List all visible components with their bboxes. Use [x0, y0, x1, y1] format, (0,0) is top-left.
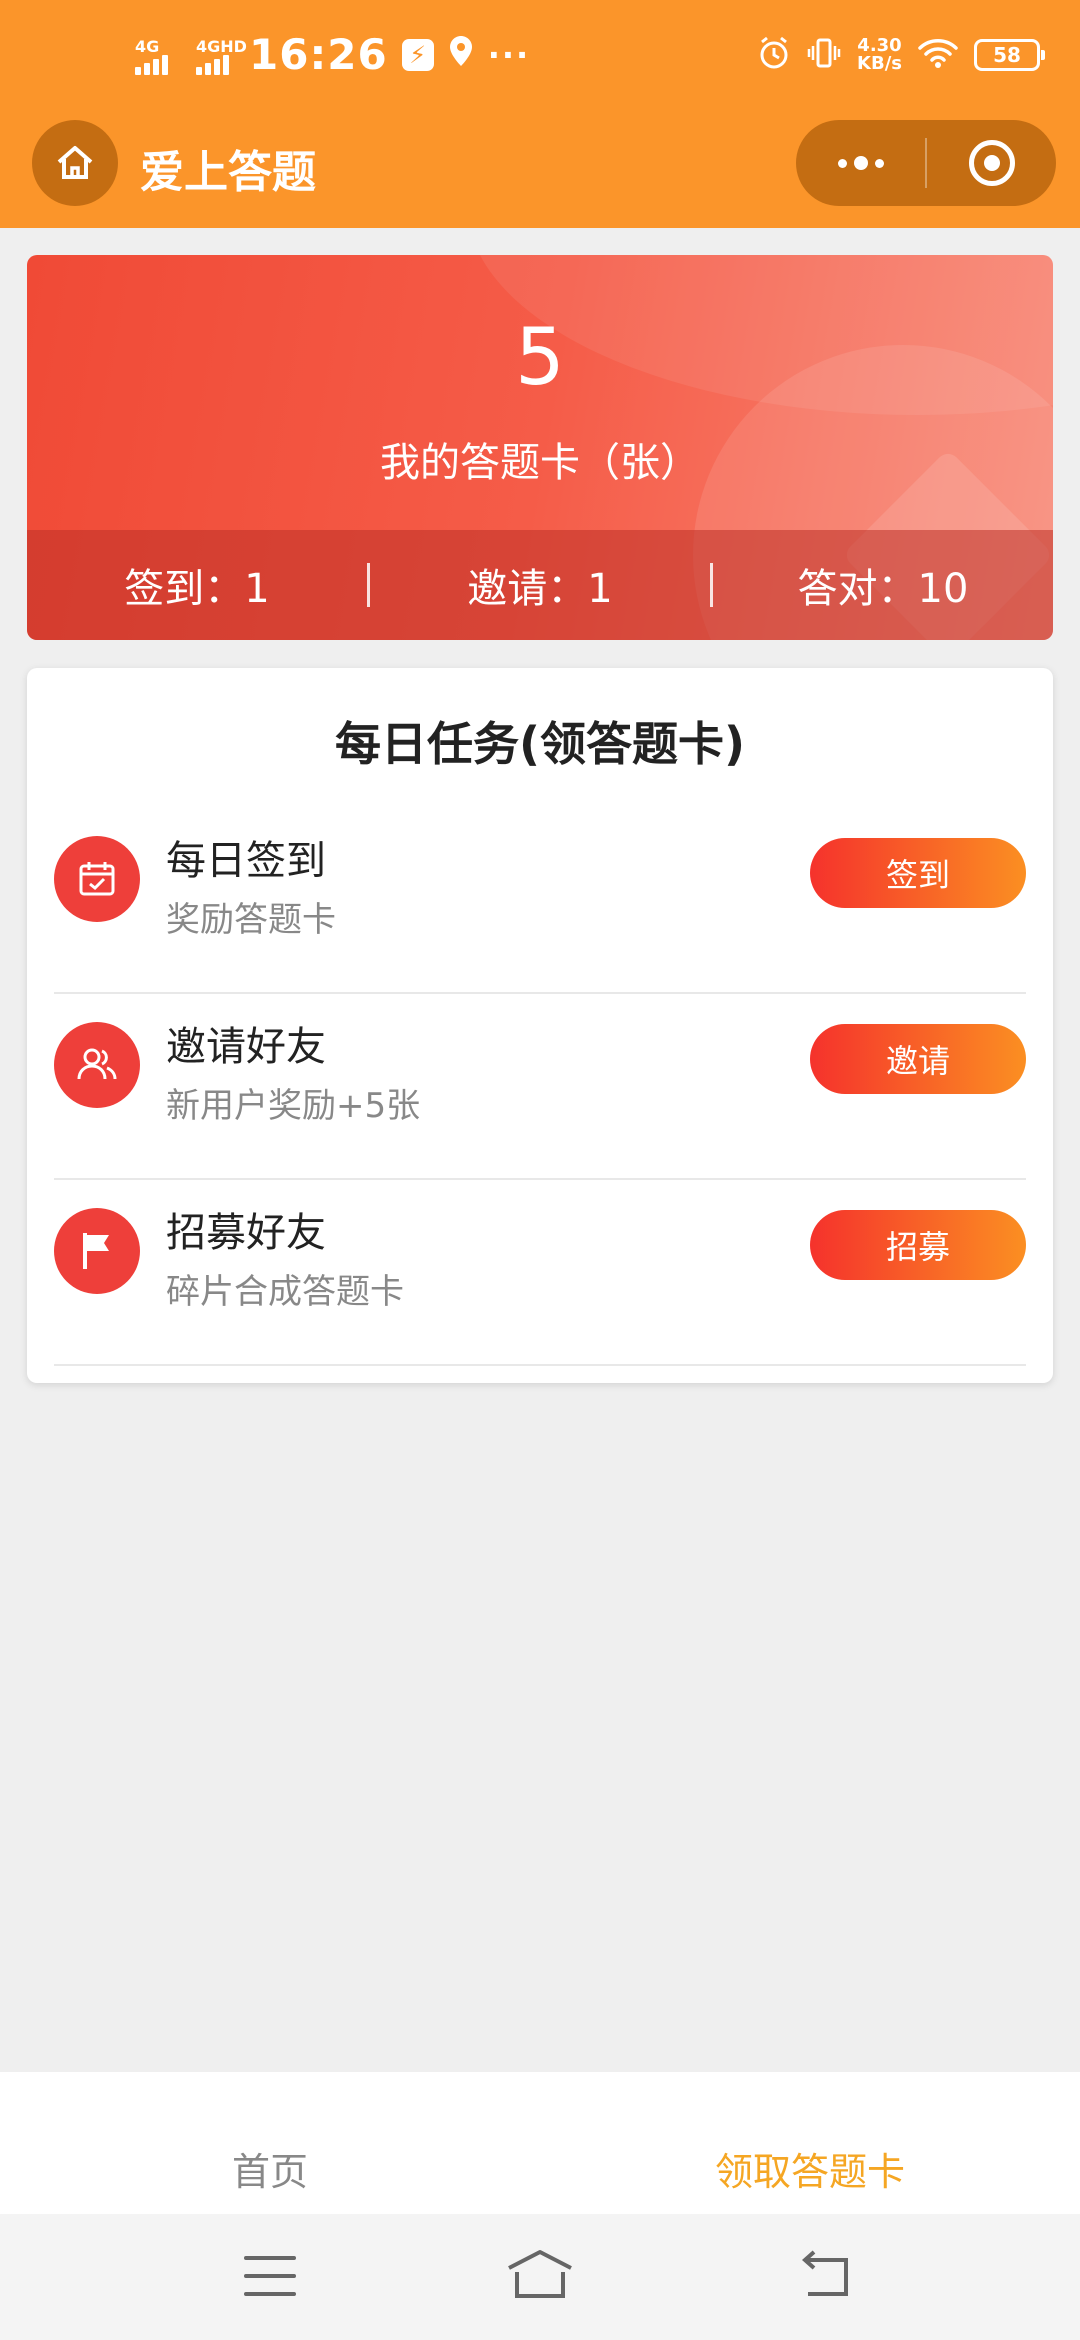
answer-card-banner: 5 我的答题卡（张） 签到：1 邀请：1 答对：10 [27, 255, 1053, 640]
task-name: 邀请好友 [166, 1024, 326, 1070]
task-item-checkin: 每日签到 奖励答题卡 签到 [54, 808, 1026, 994]
close-target-icon [968, 140, 1015, 186]
task-name: 招募好友 [166, 1210, 326, 1256]
location-pin-icon [448, 35, 474, 75]
more-button[interactable] [796, 120, 925, 206]
task-desc: 新用户奖励+5张 [166, 1086, 421, 1126]
miniprogram-capsule [796, 120, 1056, 206]
back-icon[interactable] [796, 2250, 856, 2300]
close-button[interactable] [927, 120, 1056, 206]
flag-icon [54, 1208, 140, 1294]
signal-icon-sim1: 4G [135, 35, 168, 75]
vibrate-icon [807, 36, 841, 74]
calendar-check-icon [54, 836, 140, 922]
clock: 16:26 [249, 30, 388, 79]
battery-level: 58 [993, 43, 1021, 67]
invite-button[interactable]: 邀请 [810, 1024, 1026, 1094]
system-home-icon[interactable] [505, 2248, 575, 2300]
recruit-button[interactable]: 招募 [810, 1210, 1026, 1280]
stat-correct: 答对：10 [797, 566, 969, 612]
status-bar: 4G 4GHD 16:26 ⚡ ··· 4.30 KB/s 58 [0, 0, 1080, 120]
task-desc: 碎片合成答题卡 [166, 1272, 404, 1312]
home-icon [57, 146, 93, 179]
users-icon [54, 1022, 140, 1108]
signal-icon-sim2: 4GHD [196, 35, 247, 75]
status-right: 4.30 KB/s 58 [757, 36, 1045, 74]
card-count-label: 我的答题卡（张） [380, 440, 700, 486]
network-speed: 4.30 KB/s [857, 37, 902, 73]
menu-icon[interactable] [244, 2256, 296, 2296]
header: 4G 4GHD 16:26 ⚡ ··· 4.30 KB/s 58 爱上答题 [0, 0, 1080, 228]
home-button[interactable] [32, 120, 118, 206]
status-left: 4G 4GHD 16:26 ⚡ ··· [135, 30, 530, 79]
battery-icon: 58 [974, 39, 1045, 71]
daily-tasks-card: 每日任务(领答题卡) 每日签到 奖励答题卡 签到 邀请好友 新用户奖励+5张 邀… [27, 668, 1053, 1383]
stat-invite: 邀请：1 [467, 566, 613, 612]
stats-row: 签到：1 邀请：1 答对：10 [27, 530, 1053, 640]
wifi-icon [918, 37, 958, 73]
tab-home[interactable]: 首页 [0, 2072, 540, 2214]
alarm-icon [757, 36, 791, 74]
checkin-button[interactable]: 签到 [810, 838, 1026, 908]
speed-unit: KB/s [857, 53, 902, 74]
network-type-1: 4G [135, 36, 160, 56]
flash-icon: ⚡ [401, 38, 434, 71]
tasks-title: 每日任务(领答题卡) [334, 717, 746, 771]
page-title: 爱上答题 [140, 147, 316, 198]
tab-get-cards[interactable]: 领取答题卡 [540, 2072, 1080, 2214]
more-icon [837, 158, 847, 168]
more-notifications-icon: ··· [487, 35, 531, 74]
stat-checkin: 签到：1 [124, 566, 270, 612]
task-item-invite: 邀请好友 新用户奖励+5张 邀请 [54, 994, 1026, 1180]
nav-bar: 爱上答题 [0, 120, 1080, 228]
network-type-2: 4GHD [196, 36, 247, 56]
system-nav-bar [0, 2214, 1080, 2340]
bottom-tab-bar: 首页 领取答题卡 [0, 2072, 1080, 2214]
task-desc: 奖励答题卡 [166, 900, 336, 940]
task-name: 每日签到 [166, 838, 326, 884]
task-item-recruit: 招募好友 碎片合成答题卡 招募 [54, 1180, 1026, 1366]
card-count: 5 [515, 313, 565, 403]
